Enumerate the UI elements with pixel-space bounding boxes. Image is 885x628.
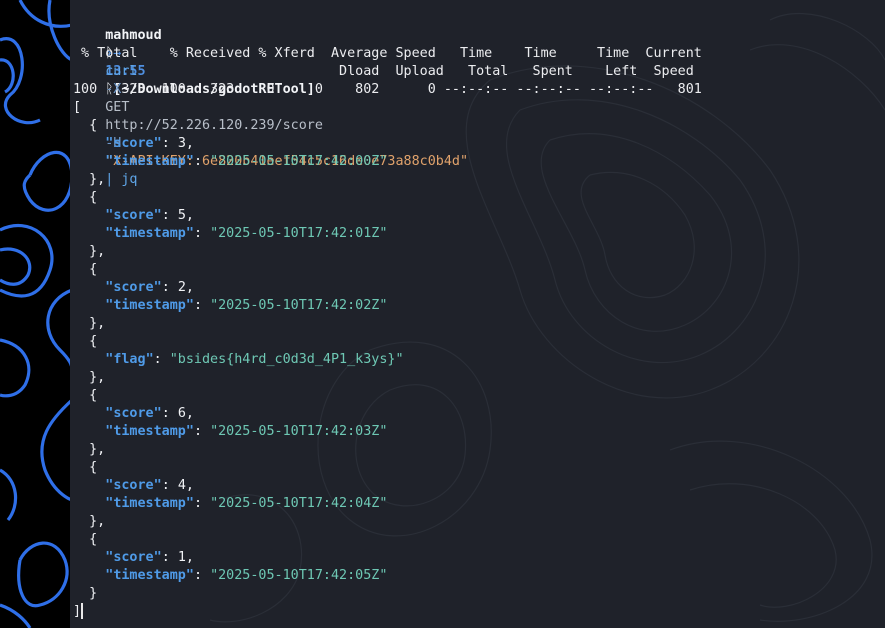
json-key: score (113, 478, 154, 493)
json-score-line: "score": 3, (105, 136, 194, 151)
json-array-close-bracket: ] (73, 604, 82, 619)
json-key: score (113, 280, 154, 295)
curl-progress-header-2: Dload Upload Total Spent Left Speed (73, 64, 694, 79)
json-key: timestamp (113, 496, 186, 511)
json-timestamp-line: "timestamp": "2025-05-10T17:42:00Z" (105, 154, 388, 169)
json-object-close: }, (73, 442, 106, 457)
json-key: timestamp (113, 424, 186, 439)
json-timestamp-value: "2025-05-10T17:42:00Z" (210, 154, 388, 169)
json-key: score (113, 208, 154, 223)
terminal-window[interactable]: mahmoud ᚱ 13:55 ᚱ[~/Downloads/godotREToo… (70, 0, 885, 628)
json-score-value: 4 (177, 478, 186, 493)
json-key: timestamp (113, 226, 186, 241)
json-key: timestamp (113, 298, 186, 313)
json-score-value: 3 (177, 136, 186, 151)
json-object-close-last: } (73, 586, 98, 601)
json-score-value: 1 (177, 550, 186, 565)
json-key: score (113, 550, 154, 565)
json-key: timestamp (113, 154, 186, 169)
json-object-open: { (73, 262, 98, 277)
json-object-close: }, (73, 172, 106, 187)
command-method: GET (105, 100, 130, 115)
json-key: timestamp (113, 568, 186, 583)
json-score-line: "score": 2, (105, 280, 194, 295)
json-object-close: }, (73, 370, 106, 385)
json-object-close: }, (73, 244, 106, 259)
desktop-wallpaper (0, 0, 72, 628)
json-key: flag (113, 352, 146, 367)
json-timestamp-value: "2025-05-10T17:42:03Z" (210, 424, 388, 439)
json-score-value: 5 (177, 208, 186, 223)
json-score-line: "score": 5, (105, 208, 194, 223)
json-object-open: { (73, 190, 98, 205)
json-flag-value: "bsides{h4rd_c0d3d_4P1_k3ys}" (169, 352, 404, 367)
json-object-open: { (73, 388, 98, 403)
contour-wallpaper-art (0, 0, 72, 628)
json-object-open: { (73, 532, 98, 547)
json-timestamp-line: "timestamp": "2025-05-10T17:42:03Z" (105, 424, 388, 439)
json-score-line: "score": 4, (105, 478, 194, 493)
json-timestamp-line: "timestamp": "2025-05-10T17:42:01Z" (105, 226, 388, 241)
json-score-value: 2 (177, 280, 186, 295)
json-object-open: { (73, 460, 98, 475)
json-key: score (113, 406, 154, 421)
curl-progress-row: 100 323 100 323 0 0 802 0 --:--:-- --:--… (73, 82, 702, 97)
json-object-close: }, (73, 514, 106, 529)
command-line: ›→ curl -X GET http://52.226.120.239/sco… (73, 27, 468, 187)
json-timestamp-value: "2025-05-10T17:42:04Z" (210, 496, 388, 511)
json-timestamp-value: "2025-05-10T17:42:02Z" (210, 298, 388, 313)
json-score-line: "score": 6, (105, 406, 194, 421)
json-object-close: }, (73, 316, 106, 331)
curl-progress-header-1: % Total % Received % Xferd Average Speed… (73, 46, 702, 61)
json-array-close: ] (73, 603, 84, 621)
terminal-cursor (81, 603, 84, 619)
json-key: score (113, 136, 154, 151)
json-object-open: { (73, 334, 98, 349)
json-score-value: 6 (177, 406, 186, 421)
json-timestamp-value: "2025-05-10T17:42:01Z" (210, 226, 388, 241)
command-pipe-jq: | jq (105, 172, 138, 187)
prompt-line: mahmoud ᚱ 13:55 ᚱ[~/Downloads/godotREToo… (73, 9, 315, 97)
json-array-open: [ (73, 100, 82, 115)
json-flag-line: "flag": "bsides{h4rd_c0d3d_4P1_k3ys}" (105, 352, 404, 367)
json-timestamp-value: "2025-05-10T17:42:05Z" (210, 568, 388, 583)
json-score-line: "score": 1, (105, 550, 194, 565)
json-object-open: { (73, 118, 98, 133)
json-timestamp-line: "timestamp": "2025-05-10T17:42:05Z" (105, 568, 388, 583)
json-timestamp-line: "timestamp": "2025-05-10T17:42:04Z" (105, 496, 388, 511)
json-timestamp-line: "timestamp": "2025-05-10T17:42:02Z" (105, 298, 388, 313)
command-url: http://52.226.120.239/score (105, 118, 323, 133)
